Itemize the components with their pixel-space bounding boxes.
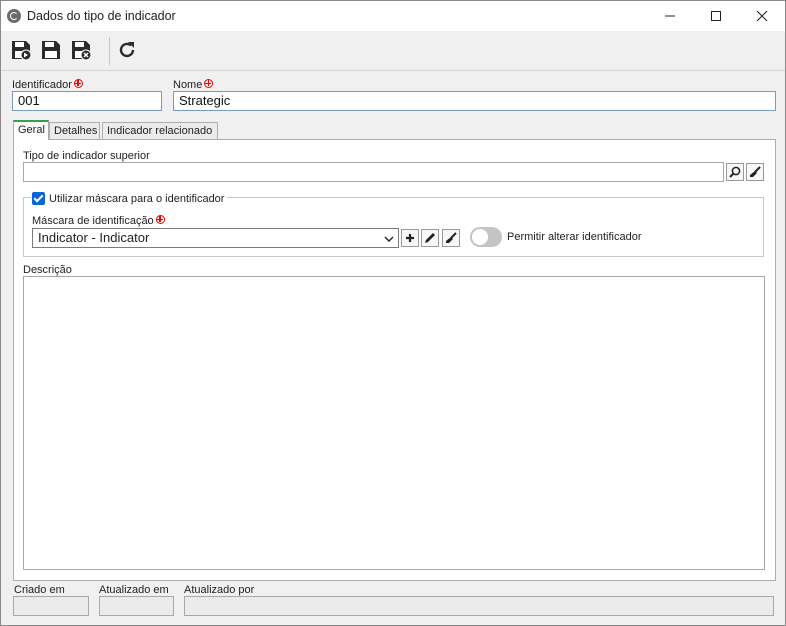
- required-icon: [155, 215, 165, 224]
- mask-select-value: Indicator - Indicator: [38, 230, 150, 245]
- tab-indicador-relacionado[interactable]: Indicador relacionado: [102, 122, 218, 140]
- checkbox-checked-icon[interactable]: [32, 192, 45, 205]
- use-mask-checkbox[interactable]: Utilizar máscara para o identificador: [31, 190, 228, 207]
- toolbar-separator: [109, 37, 110, 65]
- parent-type-label: Tipo de indicador superior: [23, 150, 150, 162]
- tab-detalhes[interactable]: Detalhes: [49, 122, 100, 140]
- description-label: Descrição: [23, 264, 72, 276]
- mask-label: Máscara de identificação: [32, 215, 165, 227]
- mask-label-text: Máscara de identificação: [32, 215, 154, 227]
- minimize-button[interactable]: [647, 1, 693, 31]
- updated-by-field: [184, 596, 774, 616]
- name-label-text: Nome: [173, 79, 203, 91]
- toolbar: [1, 31, 785, 71]
- mask-select[interactable]: Indicator - Indicator: [32, 228, 399, 248]
- identifier-field[interactable]: 001: [12, 91, 162, 111]
- name-label: Nome: [173, 79, 214, 91]
- parent-type-field[interactable]: [23, 162, 724, 182]
- app-globe-icon: [7, 9, 21, 23]
- description-textarea[interactable]: [23, 276, 765, 570]
- created-label: Criado em: [14, 584, 65, 596]
- save-new-icon: [12, 41, 32, 61]
- search-icon: [729, 166, 741, 178]
- use-mask-label: Utilizar máscara para o identificador: [49, 192, 225, 205]
- pencil-icon: [425, 233, 435, 243]
- updated-label: Atualizado em: [99, 584, 169, 596]
- save-close-button[interactable]: [70, 39, 92, 61]
- edit-mask-button[interactable]: [421, 229, 439, 247]
- maximize-button[interactable]: [693, 1, 739, 31]
- close-button[interactable]: [739, 1, 785, 31]
- window-title: Dados do tipo de indicador: [27, 9, 176, 23]
- eraser-icon: [446, 232, 457, 243]
- required-icon: [204, 79, 214, 88]
- updated-field: [99, 596, 174, 616]
- identifier-label-text: Identificador: [12, 79, 72, 91]
- minimize-icon: [665, 15, 675, 17]
- save-icon: [42, 41, 60, 59]
- tab-geral[interactable]: Geral: [13, 120, 49, 140]
- dialog-window: Dados do tipo de indicador Identificador…: [0, 0, 786, 626]
- updated-by-label: Atualizado por: [184, 584, 255, 596]
- required-icon: [73, 79, 83, 88]
- identifier-label: Identificador: [12, 79, 83, 91]
- name-field[interactable]: Strategic: [173, 91, 776, 111]
- clear-button[interactable]: [746, 163, 764, 181]
- eraser-icon: [750, 166, 761, 177]
- clear-mask-button[interactable]: [442, 229, 460, 247]
- chevron-down-icon: [384, 236, 394, 242]
- created-field: [13, 596, 89, 616]
- allow-change-toggle[interactable]: [470, 227, 502, 247]
- refresh-button[interactable]: [116, 39, 138, 61]
- refresh-icon: [119, 42, 135, 58]
- allow-change-label: Permitir alterar identificador: [507, 231, 642, 243]
- title-bar: Dados do tipo de indicador: [1, 1, 785, 31]
- plus-icon: [406, 234, 414, 242]
- save-close-icon: [72, 41, 92, 61]
- search-button[interactable]: [726, 163, 744, 181]
- save-new-button[interactable]: [10, 39, 32, 61]
- add-mask-button[interactable]: [401, 229, 419, 247]
- close-icon: [756, 10, 768, 22]
- save-button[interactable]: [40, 39, 62, 61]
- maximize-icon: [711, 11, 721, 21]
